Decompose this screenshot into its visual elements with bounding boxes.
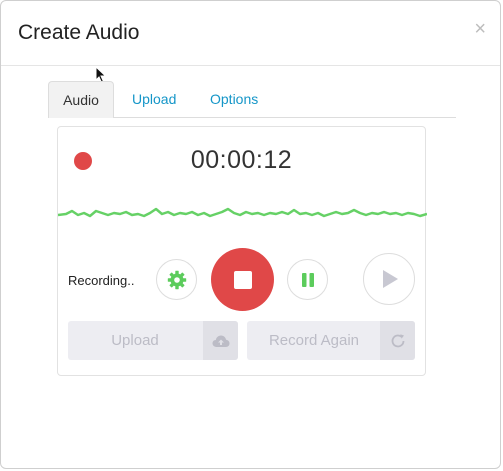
recorder-panel: 00:00:12 Recording.. Upload Record Again — [57, 126, 427, 376]
tab-options[interactable]: Options — [210, 81, 258, 117]
recording-status: Recording.. — [68, 273, 135, 288]
cloud-upload-icon — [212, 335, 229, 347]
stop-button[interactable] — [211, 248, 274, 311]
upload-icon-box — [203, 321, 238, 360]
pause-button[interactable] — [287, 259, 328, 300]
tab-bar: Audio Upload Options — [48, 81, 456, 118]
upload-button-label: Upload — [111, 332, 159, 349]
play-button[interactable] — [363, 253, 415, 305]
gear-icon — [167, 270, 186, 289]
tab-upload[interactable]: Upload — [132, 81, 176, 117]
audio-waveform — [58, 207, 427, 218]
close-icon[interactable]: × — [474, 19, 486, 39]
settings-button[interactable] — [156, 259, 197, 300]
create-audio-dialog: Create Audio × Audio Upload Options 00:0… — [0, 0, 501, 469]
record-again-button-label: Record Again — [268, 332, 360, 349]
tab-audio[interactable]: Audio — [48, 81, 114, 118]
dialog-header: Create Audio × — [1, 1, 500, 66]
pause-icon — [301, 272, 314, 287]
refresh-icon — [391, 333, 404, 347]
play-icon — [383, 270, 398, 288]
record-again-icon-box — [380, 321, 415, 360]
dialog-title: Create Audio — [18, 21, 140, 44]
stop-icon — [233, 270, 252, 289]
record-again-button[interactable]: Record Again — [247, 321, 415, 360]
recording-timer: 00:00:12 — [190, 146, 293, 174]
upload-button[interactable]: Upload — [68, 321, 238, 360]
